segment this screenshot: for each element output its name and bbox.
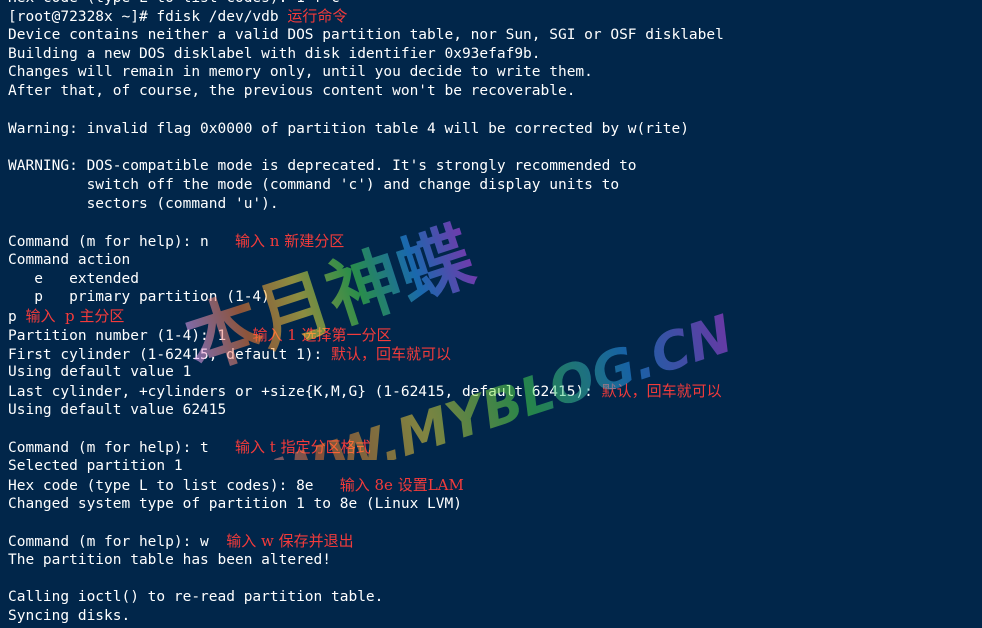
- terminal-line: The partition table has been altered!: [8, 551, 331, 570]
- terminal-text: sectors (command 'u').: [8, 195, 279, 212]
- note-gap: [593, 384, 602, 400]
- note-gap: [209, 440, 235, 456]
- terminal-text: Using default value 1: [8, 364, 192, 381]
- terminal-text: p primary partition (1-4): [8, 289, 270, 306]
- terminal-line: Warning: invalid flag 0x0000 of partitio…: [8, 120, 689, 139]
- annotation-note: 输入 1 选择第一分区: [252, 325, 392, 344]
- terminal-line: Command (m for help): w 输入 w 保存并退出: [8, 532, 354, 551]
- terminal-line: Using default value 62415: [8, 401, 226, 420]
- terminal-line: Device contains neither a valid DOS part…: [8, 26, 724, 45]
- terminal-line: First cylinder (1-62415, default 1): 默认，…: [8, 345, 451, 364]
- terminal-text: Selected partition 1: [8, 458, 183, 474]
- terminal-line: After that, of course, the previous cont…: [8, 82, 575, 101]
- terminal-text: Changed system type of partition 1 to 8e…: [8, 495, 462, 512]
- terminal-line: Using default value 1: [8, 363, 191, 382]
- annotation-note: 默认，回车就可以: [331, 344, 452, 363]
- terminal-line: Command (m for help): t 输入 t 指定分区格式: [8, 438, 371, 457]
- terminal-text: Command (m for help): w: [8, 534, 209, 550]
- terminal-line: WARNING: DOS-compatible mode is deprecat…: [8, 157, 637, 176]
- terminal-line: [root@72328x ~]# fdisk /dev/vdb 运行命令: [8, 7, 347, 26]
- annotation-note: 输入 t 指定分区格式: [235, 438, 371, 457]
- terminal-text: WARNING: DOS-compatible mode is deprecat…: [8, 158, 637, 174]
- terminal-text: Using default value 62415: [8, 401, 227, 418]
- terminal-window[interactable]: Hex code (type L to list codes): 1 f c […: [0, 0, 982, 628]
- terminal-line: Command (m for help): n 输入 n 新建分区: [8, 232, 344, 251]
- terminal-text: switch off the mode (command 'c') and ch…: [8, 176, 620, 193]
- note-gap: [209, 534, 226, 550]
- note-gap: [322, 347, 331, 363]
- terminal-line: Partition number (1-4): 1 输入 1 选择第一分区: [8, 326, 392, 345]
- annotation-note: 运行命令: [287, 7, 348, 25]
- terminal-text: Building a new DOS disklabel with disk i…: [8, 45, 541, 62]
- terminal-line: switch off the mode (command 'c') and ch…: [8, 176, 620, 195]
- terminal-text: Hex code (type L to list codes): 8e: [8, 477, 314, 494]
- terminal-line: Changes will remain in memory only, unti…: [8, 63, 593, 82]
- terminal-line: Command action: [8, 251, 130, 270]
- annotation-note: 输入 w 保存并退出: [226, 532, 354, 550]
- terminal-text: Syncing disks.: [8, 608, 131, 624]
- terminal-line: Calling ioctl() to re-read partition tab…: [8, 588, 383, 607]
- terminal-line: Last cylinder, +cylinders or +size{K,M,G…: [8, 382, 722, 401]
- terminal-line: Syncing disks.: [8, 607, 130, 626]
- terminal-line: p 输入 p 主分区: [8, 307, 124, 326]
- annotation-note: 输入 n 新建分区: [235, 232, 345, 250]
- terminal-text: Command (m for help): t: [8, 440, 209, 457]
- terminal-line: sectors (command 'u').: [8, 195, 279, 214]
- terminal-text: Partition number (1-4): 1: [8, 327, 227, 344]
- terminal-text: After that, of course, the previous cont…: [8, 83, 576, 99]
- terminal-text: Last cylinder, +cylinders or +size{K,M,G…: [8, 384, 593, 400]
- terminal-text: Command (m for help): n: [8, 234, 209, 250]
- terminal-text: Warning: invalid flag 0x0000 of partitio…: [8, 120, 689, 137]
- terminal-text: e extended: [8, 270, 139, 287]
- terminal-line: Building a new DOS disklabel with disk i…: [8, 45, 541, 64]
- terminal-text: p: [8, 309, 17, 325]
- annotation-note: 默认，回车就可以: [601, 382, 722, 400]
- terminal-text: The partition table has been altered!: [8, 551, 332, 568]
- terminal-line: Selected partition 1: [8, 457, 183, 476]
- terminal-text: Device contains neither a valid DOS part…: [8, 26, 724, 43]
- terminal-text: Calling ioctl() to re-read partition tab…: [8, 589, 384, 606]
- terminal-line: Hex code (type L to list codes): 8e 输入 8…: [8, 476, 464, 495]
- terminal-line: p primary partition (1-4): [8, 288, 270, 307]
- terminal-text: Changes will remain in memory only, unti…: [8, 64, 593, 81]
- terminal-text: First cylinder (1-62415, default 1):: [8, 346, 323, 363]
- annotation-note: 输入 p 主分区: [25, 307, 125, 325]
- annotation-note: 输入 8e 设置LAM: [339, 475, 464, 494]
- terminal-line: e extended: [8, 270, 139, 289]
- note-gap: [209, 234, 235, 250]
- terminal-text: Command action: [8, 251, 131, 268]
- note-gap: [314, 478, 340, 494]
- terminal-text: [root@72328x ~]# fdisk /dev/vdb: [8, 9, 279, 25]
- terminal-line: Changed system type of partition 1 to 8e…: [8, 495, 462, 514]
- note-gap: [226, 328, 252, 344]
